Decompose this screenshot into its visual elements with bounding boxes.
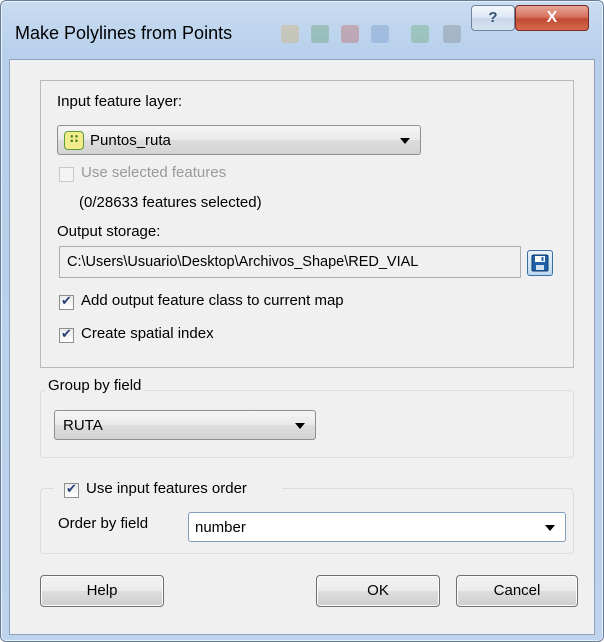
output-path-value: C:\Users\Usuario\Desktop\Archivos_Shape\… [67,254,419,270]
save-icon [531,254,549,272]
chevron-down-icon [545,525,555,531]
input-layer-value: Puntos_ruta [90,132,171,149]
use-order-header: Use input features order [54,480,282,502]
chevron-down-icon [295,423,305,429]
input-output-panel: Input feature layer: ∷ Puntos_ruta Use s… [40,80,574,368]
use-selected-label: Use selected features [81,164,227,181]
add-to-map-label: Add output feature class to current map [81,292,344,309]
output-path-field[interactable]: C:\Users\Usuario\Desktop\Archivos_Shape\… [59,246,521,278]
cancel-button-label: Cancel [493,582,541,599]
ok-button[interactable]: OK [316,575,440,607]
spatial-index-label: Create spatial index [81,325,214,342]
group-by-title: Group by field [45,377,145,394]
point-layer-icon: ∷ [64,131,84,150]
dialog-client-area: Input feature layer: ∷ Puntos_ruta Use s… [9,59,595,635]
close-icon: X [546,9,558,26]
cancel-button[interactable]: Cancel [456,575,578,607]
title-bar[interactable]: Make Polylines from Points ? X [1,1,603,65]
order-by-label: Order by field [58,515,149,532]
ok-button-label: OK [367,582,389,599]
save-button[interactable] [527,250,553,276]
group-by-dropdown[interactable]: RUTA [54,410,316,440]
help-button-label: Help [86,582,118,599]
dialog-title: Make Polylines from Points [15,23,233,43]
use-selected-checkbox[interactable] [59,167,74,182]
dialog-window: Make Polylines from Points ? X Input fea… [0,0,604,642]
question-icon: ? [488,9,498,26]
input-layer-label: Input feature layer: [57,93,183,110]
chevron-down-icon [400,138,410,144]
group-by-value: RUTA [63,417,103,434]
add-to-map-checkbox[interactable] [59,293,74,310]
close-button[interactable]: X [515,5,589,31]
background-toolbar-ghost [281,15,471,55]
help-button[interactable]: Help [40,575,164,607]
use-order-checkbox[interactable] [64,481,79,498]
input-layer-dropdown[interactable]: ∷ Puntos_ruta [57,125,421,155]
selection-count: (0/28633 features selected) [79,194,262,211]
output-storage-label: Output storage: [57,223,161,240]
spatial-index-checkbox[interactable] [59,326,74,343]
help-title-button[interactable]: ? [471,5,515,31]
order-by-dropdown[interactable]: number [188,512,566,542]
order-by-value: number [195,519,246,536]
use-order-label: Use input features order [86,480,247,497]
